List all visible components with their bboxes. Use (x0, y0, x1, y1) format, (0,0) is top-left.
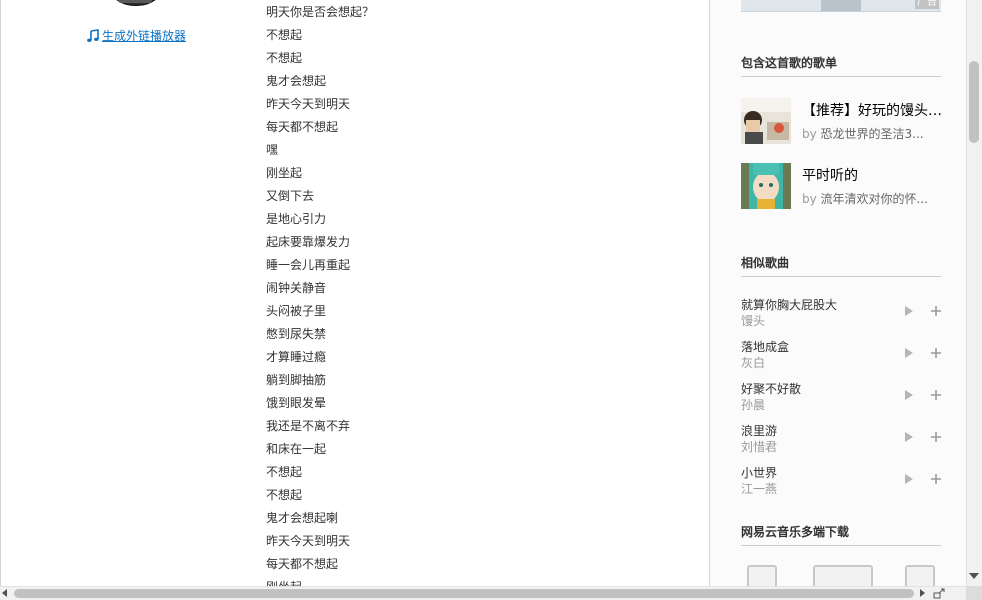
playlist-author-line: by 流年清欢对你的怀... (802, 190, 942, 207)
lyric-line: 不想起 (266, 465, 303, 479)
similar-song-item[interactable]: 落地成盒 灰白 (741, 338, 941, 372)
generate-player-link[interactable]: 生成外链播放器 (86, 27, 186, 44)
lyric-line: 刚坐起 (266, 166, 303, 180)
lyric-line: 又倒下去 (266, 189, 315, 203)
lyric-line: 和床在一起 (266, 442, 327, 456)
android-device-icon[interactable] (905, 565, 935, 586)
download-section-title: 网易云音乐多端下载 (741, 523, 941, 546)
similar-song-artist[interactable]: 刘惜君 (741, 438, 777, 455)
similar-song-item[interactable]: 就算你胸大屁股大 馒头 (741, 296, 941, 330)
lyric-line: 昨天今天到明天 (266, 97, 351, 111)
similar-song-name[interactable]: 小世界 (741, 464, 777, 481)
playlist-by-label: by (802, 192, 817, 206)
playlist-author[interactable]: 恐龙世界的圣洁3... (821, 127, 924, 141)
similar-songs-section-title: 相似歌曲 (741, 254, 941, 277)
lyric-line: 嘿 (266, 143, 279, 157)
similar-song-name[interactable]: 就算你胸大屁股大 (741, 296, 837, 313)
playlist-author-line: by 恐龙世界的圣洁3... (802, 125, 942, 142)
lyric-line: 起床要靠爆发力 (266, 235, 351, 249)
play-icon[interactable] (903, 472, 915, 486)
lyric-line: 不想起 (266, 51, 303, 65)
add-icon[interactable] (930, 473, 942, 485)
similar-song-artist[interactable]: 江一燕 (741, 480, 777, 497)
resize-grip-icon[interactable] (933, 588, 947, 599)
add-icon[interactable] (930, 305, 942, 317)
playlist-name[interactable]: 【推荐】好玩的馒头… (802, 100, 942, 120)
playlist-item[interactable]: 平时听的 by 流年清欢对你的怀... (741, 163, 941, 213)
vertical-scrollbar-thumb[interactable] (969, 61, 979, 143)
lyric-line: 不想起 (266, 488, 303, 502)
pc-device-icon[interactable] (813, 565, 873, 586)
playlist-by-label: by (802, 127, 817, 141)
similar-song-artist[interactable]: 孙晨 (741, 396, 765, 413)
lyric-line: 不想起 (266, 28, 303, 42)
similar-song-artist[interactable]: 灰白 (741, 354, 765, 371)
similar-song-name[interactable]: 好聚不好散 (741, 380, 801, 397)
lyric-line: 是地心引力 (266, 212, 327, 226)
left-border (0, 0, 1, 586)
add-icon[interactable] (930, 431, 942, 443)
playlists-section-title: 包含这首歌的歌单 (741, 54, 941, 77)
ad-tag: 广告 (915, 0, 939, 9)
similar-song-item[interactable]: 小世界 江一燕 (741, 464, 941, 498)
lyric-line: 憋到尿失禁 (266, 327, 327, 341)
ios-device-icon[interactable] (747, 565, 777, 586)
lyric-line: 头闷被子里 (266, 304, 327, 318)
add-icon[interactable] (930, 389, 942, 401)
lyric-line: 每天都不想起 (266, 557, 339, 571)
ad-banner[interactable]: 广告 (741, 0, 941, 12)
playlist-cover-image[interactable] (741, 98, 791, 144)
playlist-cover-image[interactable] (741, 163, 791, 209)
similar-song-name[interactable]: 落地成盒 (741, 338, 789, 355)
lyric-line: 睡一会儿再重起 (266, 258, 351, 272)
playlist-author[interactable]: 流年清欢对你的怀... (821, 192, 928, 206)
play-icon[interactable] (903, 346, 915, 360)
horizontal-scrollbar-thumb[interactable] (14, 589, 914, 598)
sidebar-background (710, 0, 966, 586)
similar-song-item[interactable]: 浪里游 刘惜君 (741, 422, 941, 456)
lyrics-list: 明天你是否会想起？ 不想起 不想起 鬼才会想起 昨天今天到明天 每天都不想起嘿刚坐起 又倒下… (266, 3, 374, 586)
ad-image (821, 0, 861, 11)
lyric-line: 每天都不想起 (266, 120, 339, 134)
lyric-line: 刚坐起 (266, 578, 374, 586)
playlist-item[interactable]: 【推荐】好玩的馒头… by 恐龙世界的圣洁3... (741, 98, 942, 148)
add-icon[interactable] (930, 347, 942, 359)
playlist-name[interactable]: 平时听的 (802, 165, 942, 185)
scrollbar-corner (966, 586, 982, 600)
similar-song-name[interactable]: 浪里游 (741, 422, 777, 439)
lyric-line: 我还是不离不弃 (266, 419, 351, 433)
generate-player-link-label[interactable]: 生成外链播放器 (102, 27, 186, 44)
page: 生成外链播放器 明天你是否会想起？ 不想起 不想起 鬼才会想起 昨天今天到明天 每天都不想… (0, 0, 966, 586)
similar-song-artist[interactable]: 馒头 (741, 312, 765, 329)
scroll-left-arrow-icon[interactable] (2, 589, 7, 597)
album-disc-shine (118, 0, 152, 3)
play-icon[interactable] (903, 304, 915, 318)
sidebar-divider (709, 0, 710, 586)
scroll-down-arrow-icon[interactable] (969, 573, 979, 579)
similar-song-item[interactable]: 好聚不好散 孙晨 (741, 380, 941, 414)
lyric-line: 躺到脚抽筋 (266, 373, 327, 387)
play-icon[interactable] (903, 388, 915, 402)
play-icon[interactable] (903, 430, 915, 444)
lyric-line: 昨天今天到明天 (266, 534, 351, 548)
download-icons (741, 565, 941, 586)
lyric-line: 闹钟关静音 (266, 281, 327, 295)
lyric-line: 明天你是否会想起？ (266, 5, 375, 19)
lyric-line: 鬼才会想起 (266, 74, 327, 88)
scroll-right-arrow-icon[interactable] (920, 589, 925, 597)
lyric-line: 鬼才会想起喇 (266, 511, 339, 525)
music-note-icon (87, 28, 99, 42)
lyric-line: 才算睡过瘾 (266, 350, 327, 364)
lyric-line: 饿到眼发晕 (266, 396, 327, 410)
